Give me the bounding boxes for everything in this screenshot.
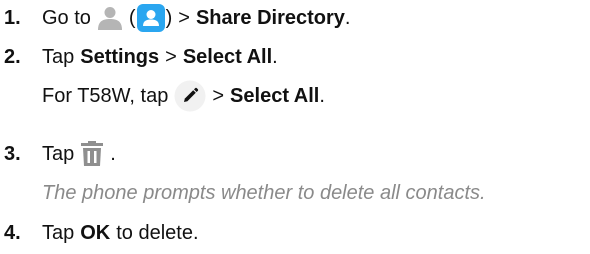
step-2-t58w-note: For T58W, tap > Select All .: [0, 80, 325, 112]
separator: >: [165, 46, 177, 68]
step-3: 3. Tap .: [0, 139, 116, 169]
share-directory-label: Share Directory: [195, 7, 345, 29]
step-text: Tap: [42, 222, 75, 244]
separator: >: [212, 85, 225, 107]
ok-label: OK: [80, 222, 111, 244]
step-1: 1. Go to ( ) > Share Directory .: [0, 3, 350, 33]
t58w-prefix: For T58W, tap: [42, 85, 169, 107]
step-text: Tap: [42, 143, 75, 165]
step-number: 4.: [4, 222, 21, 244]
result-note: The phone prompts whether to delete all …: [42, 182, 486, 204]
period: .: [110, 143, 116, 165]
step-2: 2. Tap Settings > Select All .: [0, 42, 278, 72]
step-number: 1.: [4, 7, 21, 29]
select-all-label: Select All: [230, 85, 320, 107]
period: .: [344, 7, 351, 29]
step-number: 3.: [4, 143, 21, 165]
step-3-result-note: The phone prompts whether to delete all …: [0, 178, 486, 208]
settings-label: Settings: [80, 46, 160, 68]
step-text: Go to: [42, 7, 91, 29]
paren-close: ): [165, 7, 173, 29]
step-4: 4. Tap OK to delete.: [0, 218, 199, 248]
step-rest: to delete.: [116, 222, 199, 244]
separator: >: [178, 7, 190, 29]
select-all-label: Select All: [182, 46, 273, 68]
period: .: [272, 46, 278, 68]
contacts-person-icon: [97, 6, 123, 30]
step-number: 2.: [4, 46, 21, 68]
instruction-steps: 1. Go to ( ) > Share Directory . 2. Tap …: [0, 0, 590, 254]
paren-open: (: [128, 7, 136, 29]
trash-icon: [80, 141, 104, 167]
step-text: Tap: [42, 46, 75, 68]
edit-pencil-icon: [174, 80, 206, 112]
period: .: [319, 85, 325, 107]
contact-app-icon: [136, 3, 166, 33]
